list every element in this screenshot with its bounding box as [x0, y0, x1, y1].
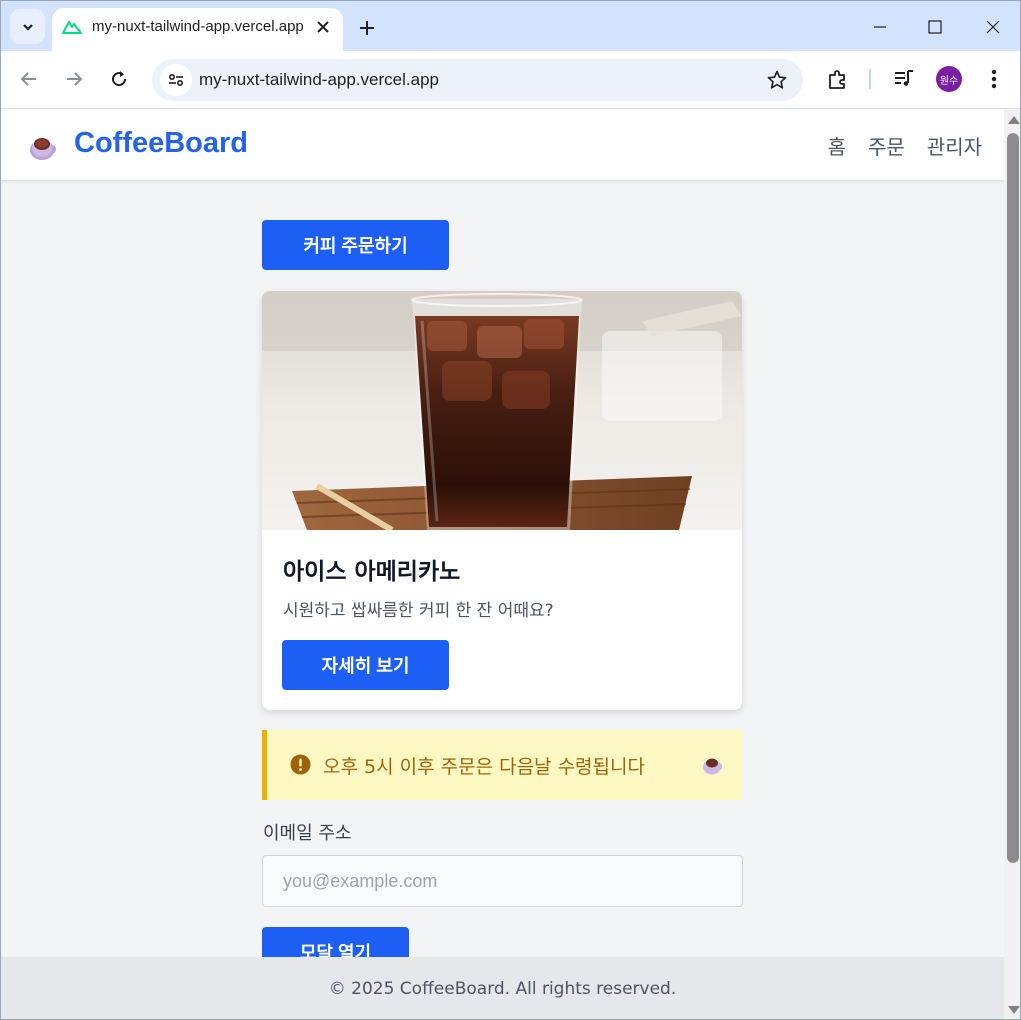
tab-title: my-nuxt-tailwind-app.vercel.app [92, 18, 304, 35]
minimize-icon [874, 26, 886, 28]
close-tab-icon[interactable] [313, 17, 333, 37]
close-icon [986, 20, 1000, 34]
browser-tab-active[interactable]: my-nuxt-tailwind-app.vercel.app [52, 8, 343, 51]
view-details-button[interactable]: 자세히 보기 [282, 640, 449, 690]
main-nav: 홈 주문 관리자 [828, 131, 982, 160]
toolbar-divider [869, 69, 871, 89]
tab-strip: my-nuxt-tailwind-app.vercel.app [1, 1, 1020, 51]
page-scrollbar[interactable] [1004, 109, 1020, 1019]
order-coffee-button[interactable]: 커피 주문하기 [262, 220, 449, 270]
arrow-left-icon [20, 72, 36, 86]
email-input[interactable] [262, 855, 743, 907]
nav-link-admin[interactable]: 관리자 [927, 131, 982, 160]
media-controls-button[interactable] [889, 64, 919, 94]
queue-music-icon [895, 70, 913, 86]
scroll-up-arrow-icon[interactable] [1008, 116, 1020, 124]
nav-link-home[interactable]: 홈 [828, 131, 846, 160]
new-tab-button[interactable] [353, 14, 381, 42]
profile-avatar[interactable]: 원수 [936, 66, 962, 92]
notice-banner: 오후 5시 이후 주문은 다음날 수령됩니다 [262, 730, 742, 800]
more-vertical-icon [991, 69, 997, 89]
back-button[interactable] [12, 62, 46, 96]
brand-title[interactable]: CoffeeBoard [74, 127, 248, 160]
site-footer: © 2025 CoffeeBoard. All rights reserved. [1, 957, 1004, 1019]
email-label: 이메일 주소 [263, 823, 352, 844]
exclamation-circle-icon [290, 754, 311, 775]
maximize-button[interactable] [915, 9, 955, 45]
url-text[interactable]: my-nuxt-tailwind-app.vercel.app [199, 70, 439, 90]
maximize-icon [928, 20, 942, 34]
site-info-button[interactable] [160, 64, 192, 96]
nuxt-logo-icon [62, 21, 82, 34]
scroll-down-arrow-icon[interactable] [1008, 1006, 1020, 1014]
extensions-button[interactable] [823, 64, 853, 94]
nav-link-order[interactable]: 주문 [868, 131, 905, 160]
coffee-cup-icon [703, 758, 722, 775]
tune-icon [168, 73, 184, 87]
scrollbar-thumb[interactable] [1007, 133, 1019, 863]
minimize-button[interactable] [860, 9, 900, 45]
notice-text: 오후 5시 이후 주문은 다음날 수령됩니다 [323, 756, 645, 778]
arrow-right-icon [67, 72, 83, 86]
footer-copyright: © 2025 CoffeeBoard. All rights reserved. [328, 979, 677, 999]
site-header: CoffeeBoard 홈 주문 관리자 [1, 109, 1004, 180]
close-window-button[interactable] [973, 9, 1013, 45]
forward-button[interactable] [57, 62, 91, 96]
card-title: 아이스 아메리카노 [283, 559, 461, 585]
reload-icon [112, 71, 127, 87]
browser-window: my-nuxt-tailwind-app.vercel.app my-nuxt-… [0, 0, 1021, 1020]
puzzle-icon [829, 70, 845, 89]
bookmark-star-icon[interactable] [765, 68, 789, 92]
iced-americano-image [262, 291, 742, 530]
product-card: 아이스 아메리카노 시원하고 쌉싸름한 커피 한 잔 어때요? 자세히 보기 [262, 291, 742, 710]
tab-search-button[interactable] [10, 9, 45, 44]
page-viewport: CoffeeBoard 홈 주문 관리자 커피 주문하기 아이스 아메리카노 시… [1, 109, 1004, 1019]
card-description: 시원하고 쌉싸름한 커피 한 잔 어때요? [283, 601, 554, 621]
coffee-cup-icon [30, 138, 56, 160]
plus-icon [360, 21, 374, 35]
chevron-down-icon [22, 23, 33, 31]
browser-toolbar: my-nuxt-tailwind-app.vercel.app 원수 [1, 51, 1020, 109]
address-bar[interactable]: my-nuxt-tailwind-app.vercel.app [152, 59, 803, 101]
browser-menu-button[interactable] [979, 64, 1009, 94]
reload-button[interactable] [102, 62, 136, 96]
